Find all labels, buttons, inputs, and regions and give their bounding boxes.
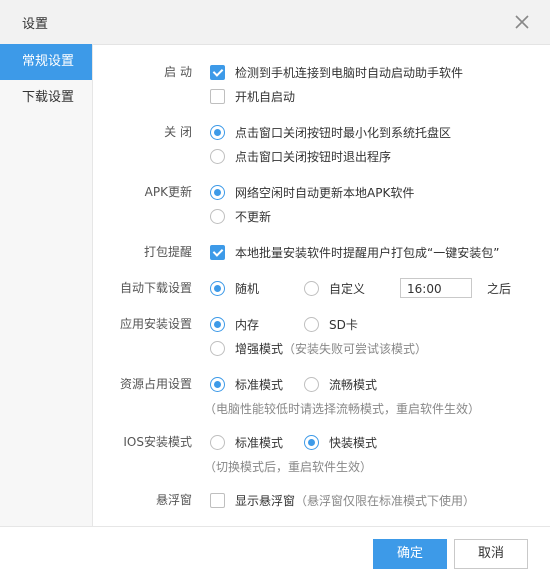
ios-fast-option[interactable]: 快装模式 <box>304 432 377 452</box>
apk-row: APK更新 网络空闲时自动更新本地APK软件 <box>92 182 550 202</box>
apk-never-row: 不更新 <box>92 206 550 226</box>
apk-never-option[interactable]: 不更新 <box>210 206 271 226</box>
auto-download-label: 自动下载设置 <box>119 281 192 295</box>
download-random-label: 随机 <box>235 281 260 296</box>
install-label: 应用安装设置 <box>119 317 192 331</box>
sidebar: 常规设置 下载设置 <box>0 44 93 526</box>
apk-auto-label: 网络空闲时自动更新本地APK软件 <box>235 185 415 200</box>
resource-label: 资源占用设置 <box>119 377 192 391</box>
download-after-label: 之后 <box>487 281 512 296</box>
floating-show-label: 显示悬浮窗 <box>235 493 296 508</box>
boot-label: 开机自启动 <box>235 89 296 104</box>
sidebar-item-download[interactable]: 下载设置 <box>0 80 92 116</box>
download-random-radio[interactable] <box>210 280 225 296</box>
startup-label: 启 动 <box>164 65 192 79</box>
boot-option[interactable]: 开机自启动 <box>210 86 295 106</box>
download-custom-radio[interactable] <box>304 280 319 296</box>
floating-show-option[interactable]: 显示悬浮窗 （悬浮窗仅限在标准模式下使用） <box>210 490 475 510</box>
auto-launch-option[interactable]: 检测到手机连接到电脑时自动启动助手软件 <box>210 62 463 82</box>
ok-button[interactable]: 确定 <box>373 539 447 569</box>
resource-hint-row: （电脑性能较低时请选择流畅模式，重启软件生效） <box>92 398 550 418</box>
ios-label: IOS安装模式 <box>123 435 192 449</box>
resource-smooth-label: 流畅模式 <box>329 377 378 392</box>
startup-row: 启 动 检测到手机连接到电脑时自动启动助手软件 <box>92 62 550 82</box>
close-minimize-label: 点击窗口关闭按钮时最小化到系统托盘区 <box>235 125 452 140</box>
resource-row: 资源占用设置 标准模式 流畅模式 <box>92 374 550 394</box>
auto-download-row: 自动下载设置 随机 自定义 16:00 之后 <box>92 278 550 298</box>
install-row: 应用安装设置 内存 SD卡 <box>92 314 550 334</box>
close-row: 关 闭 点击窗口关闭按钮时最小化到系统托盘区 <box>92 122 550 142</box>
install-enhanced-hint: （安装失败可尝试该模式） <box>283 341 428 356</box>
ios-standard-label: 标准模式 <box>235 435 284 450</box>
ios-standard-radio[interactable] <box>210 434 225 450</box>
pack-remind-option[interactable]: 本地批量安装软件时提醒用户打包成“一键安装包” <box>210 242 499 262</box>
floating-label: 悬浮窗 <box>155 493 192 507</box>
dialog-footer: 确定 取消 <box>0 526 550 579</box>
pack-label: 打包提醒 <box>143 245 192 259</box>
floating-hint: （悬浮窗仅限在标准模式下使用） <box>295 493 476 508</box>
ios-hint: （切换模式后，重启软件生效） <box>204 459 373 474</box>
install-enhanced-option[interactable]: 增强模式 （安装失败可尝试该模式） <box>210 338 427 358</box>
boot-checkbox[interactable] <box>210 88 225 104</box>
download-custom-option[interactable]: 自定义 <box>304 278 365 298</box>
close-exit-label: 点击窗口关闭按钮时退出程序 <box>235 149 392 164</box>
download-time-field-wrap: 16:00 <box>400 278 472 298</box>
ios-row: IOS安装模式 标准模式 快装模式 <box>92 432 550 452</box>
install-sd-option[interactable]: SD卡 <box>304 314 358 334</box>
download-time-field[interactable]: 16:00 <box>400 278 472 298</box>
settings-dialog: 设置 常规设置 下载设置 启 动 检测到手机连接到电脑时自动启动助手软件 开机自… <box>0 0 550 579</box>
cancel-button[interactable]: 取消 <box>454 539 528 569</box>
title-bar: 设置 <box>0 0 550 45</box>
dialog-title: 设置 <box>22 17 49 32</box>
resource-smooth-option[interactable]: 流畅模式 <box>304 374 377 394</box>
auto-launch-label: 检测到手机连接到电脑时自动启动助手软件 <box>235 65 464 80</box>
resource-standard-label: 标准模式 <box>235 377 284 392</box>
ios-standard-option[interactable]: 标准模式 <box>210 432 283 452</box>
resource-smooth-radio[interactable] <box>304 376 319 392</box>
close-label: 关 闭 <box>164 125 192 139</box>
close-exit-row: 点击窗口关闭按钮时退出程序 <box>92 146 550 166</box>
boot-row: 开机自启动 <box>92 86 550 106</box>
install-sd-label: SD卡 <box>329 317 358 332</box>
resource-standard-radio[interactable] <box>210 376 225 392</box>
apk-auto-radio[interactable] <box>210 184 225 200</box>
sidebar-item-general[interactable]: 常规设置 <box>0 44 92 80</box>
close-exit-option[interactable]: 点击窗口关闭按钮时退出程序 <box>210 146 391 166</box>
ios-fast-radio[interactable] <box>304 434 319 450</box>
apk-never-label: 不更新 <box>235 209 272 224</box>
download-random-option[interactable]: 随机 <box>210 278 259 298</box>
install-internal-option[interactable]: 内存 <box>210 314 259 334</box>
floating-row: 悬浮窗 显示悬浮窗 （悬浮窗仅限在标准模式下使用） <box>92 490 550 510</box>
install-internal-radio[interactable] <box>210 316 225 332</box>
apk-never-radio[interactable] <box>210 208 225 224</box>
resource-hint: （电脑性能较低时请选择流畅模式，重启软件生效） <box>204 401 481 416</box>
install-enhanced-radio[interactable] <box>210 340 225 356</box>
close-icon[interactable] <box>512 12 532 32</box>
floating-show-checkbox[interactable] <box>210 492 225 508</box>
close-minimize-option[interactable]: 点击窗口关闭按钮时最小化到系统托盘区 <box>210 122 451 142</box>
close-minimize-radio[interactable] <box>210 124 225 140</box>
ios-hint-row: （切换模式后，重启软件生效） <box>92 456 550 476</box>
apk-auto-option[interactable]: 网络空闲时自动更新本地APK软件 <box>210 182 414 202</box>
resource-standard-option[interactable]: 标准模式 <box>210 374 283 394</box>
ios-fast-label: 快装模式 <box>329 435 378 450</box>
apk-label: APK更新 <box>144 185 192 199</box>
install-internal-label: 内存 <box>235 317 260 332</box>
auto-launch-checkbox[interactable] <box>210 64 225 80</box>
install-enhanced-label: 增强模式 <box>235 341 284 356</box>
download-custom-label: 自定义 <box>329 281 366 296</box>
pack-row: 打包提醒 本地批量安装软件时提醒用户打包成“一键安装包” <box>92 242 550 262</box>
install-enhanced-row: 增强模式 （安装失败可尝试该模式） <box>92 338 550 358</box>
pack-remind-checkbox[interactable] <box>210 244 225 260</box>
install-sd-radio[interactable] <box>304 316 319 332</box>
pack-remind-label: 本地批量安装软件时提醒用户打包成“一键安装包” <box>235 245 500 260</box>
close-exit-radio[interactable] <box>210 148 225 164</box>
